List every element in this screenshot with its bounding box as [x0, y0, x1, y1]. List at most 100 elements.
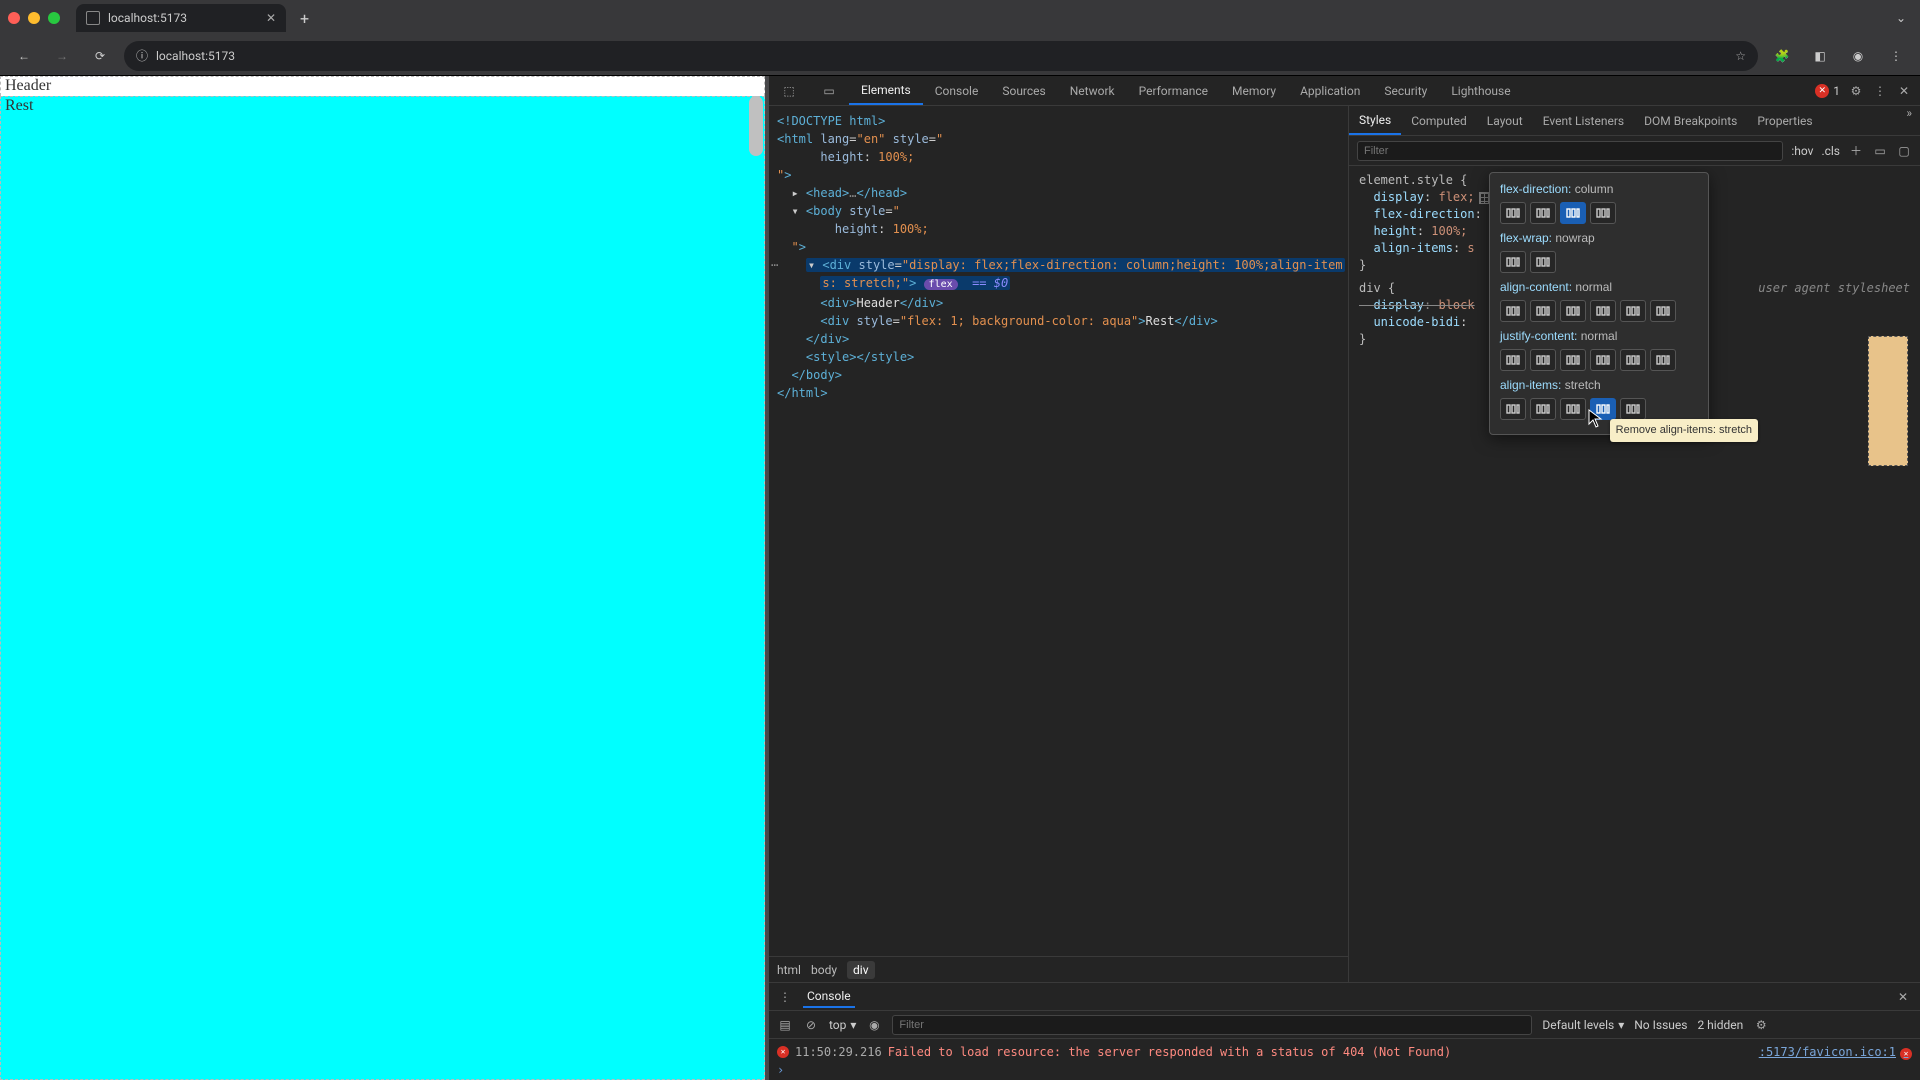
crumb-html[interactable]: html: [777, 963, 801, 977]
settings-icon[interactable]: ⚙: [1848, 83, 1864, 99]
live-expression-icon[interactable]: ◉: [866, 1017, 882, 1033]
flex-option-button[interactable]: [1500, 349, 1526, 371]
styles-tab-styles[interactable]: Styles: [1349, 106, 1401, 135]
flex-option-button[interactable]: [1560, 398, 1586, 420]
inspect-element-icon[interactable]: ⬚: [769, 76, 809, 105]
tab-overflow-icon[interactable]: ⌄: [1890, 11, 1912, 25]
close-devtools-icon[interactable]: ✕: [1896, 83, 1912, 99]
more-icon[interactable]: ⋮: [1872, 83, 1888, 99]
hov-toggle[interactable]: :hov: [1791, 144, 1813, 158]
flex-editor-row: flex-direction: column: [1500, 181, 1698, 224]
crumb-div[interactable]: div: [847, 961, 875, 979]
console-error-row[interactable]: ✕ 11:50:29.216 Failed to load resource: …: [777, 1043, 1912, 1061]
issues-label[interactable]: No Issues: [1634, 1018, 1687, 1032]
flex-option-button[interactable]: [1560, 202, 1586, 224]
devtools-main-tabs: ⬚ ▭ Elements Console Sources Network Per…: [769, 76, 1920, 106]
console-prompt[interactable]: ›: [777, 1063, 784, 1077]
flex-option-button[interactable]: [1590, 349, 1616, 371]
log-source-link[interactable]: :5173/favicon.ico:1 ✕: [1759, 1043, 1912, 1061]
tab-sources[interactable]: Sources: [990, 76, 1057, 105]
extensions-icon[interactable]: 🧩: [1768, 42, 1796, 70]
flex-option-button[interactable]: [1650, 349, 1676, 371]
clear-console-icon[interactable]: ⊘: [803, 1017, 819, 1033]
styles-sidebar: Styles Computed Layout Event Listeners D…: [1349, 106, 1920, 982]
flex-editor-row: align-content: normal: [1500, 279, 1698, 322]
address-bar[interactable]: ⓘ localhost:5173 ☆: [124, 41, 1758, 71]
console-settings-icon[interactable]: ⚙: [1753, 1017, 1769, 1033]
crumb-body[interactable]: body: [811, 963, 837, 977]
tab-security[interactable]: Security: [1372, 76, 1439, 105]
console-drawer: ⋮ Console ✕ ▤ ⊘ top ▾ ◉ Default levels ▾…: [769, 982, 1920, 1080]
flex-option-button[interactable]: [1530, 202, 1556, 224]
flex-option-button[interactable]: [1620, 300, 1646, 322]
flex-option-button[interactable]: [1500, 398, 1526, 420]
flex-option-button[interactable]: [1500, 300, 1526, 322]
flex-option-button[interactable]: [1530, 251, 1556, 273]
profile-icon[interactable]: ◉: [1844, 42, 1872, 70]
styles-tab-dom-breakpoints[interactable]: DOM Breakpoints: [1634, 106, 1747, 135]
console-filter-input[interactable]: [892, 1015, 1532, 1035]
flex-option-button[interactable]: [1620, 398, 1646, 420]
new-style-rule-icon[interactable]: ＋: [1848, 143, 1864, 159]
console-context-select[interactable]: top ▾: [829, 1018, 856, 1032]
flex-option-button[interactable]: [1650, 300, 1676, 322]
console-sidebar-icon[interactable]: ▤: [777, 1017, 793, 1033]
forward-button[interactable]: →: [48, 42, 76, 70]
styles-tab-computed[interactable]: Computed: [1401, 106, 1477, 135]
drawer-menu-icon[interactable]: ⋮: [777, 989, 793, 1005]
ua-selector: div {: [1359, 280, 1395, 297]
flex-option-button[interactable]: [1530, 300, 1556, 322]
flex-editor-row: justify-content: normal: [1500, 328, 1698, 371]
styles-tab-listeners[interactable]: Event Listeners: [1533, 106, 1634, 135]
styles-tab-layout[interactable]: Layout: [1477, 106, 1533, 135]
tab-elements[interactable]: Elements: [849, 76, 923, 105]
styles-tab-properties[interactable]: Properties: [1747, 106, 1822, 135]
browser-tab[interactable]: localhost:5173 ✕: [76, 4, 286, 32]
flex-option-button[interactable]: [1560, 349, 1586, 371]
menu-icon[interactable]: ⋮: [1882, 42, 1910, 70]
bookmark-icon[interactable]: ☆: [1735, 49, 1746, 63]
element-style-selector: element.style {: [1359, 173, 1467, 187]
drawer-tab-console[interactable]: Console: [803, 986, 855, 1008]
styles-tabs-overflow-icon[interactable]: »: [1898, 106, 1920, 135]
tab-memory[interactable]: Memory: [1220, 76, 1288, 105]
tab-application[interactable]: Application: [1288, 76, 1372, 105]
device-toolbar-icon[interactable]: ▭: [809, 76, 849, 105]
back-button[interactable]: ←: [10, 42, 38, 70]
flex-option-button[interactable]: [1530, 349, 1556, 371]
tab-network[interactable]: Network: [1058, 76, 1127, 105]
flex-option-button[interactable]: [1590, 300, 1616, 322]
flex-option-button[interactable]: [1500, 251, 1526, 273]
page-scrollbar[interactable]: [749, 96, 763, 156]
tab-lighthouse[interactable]: Lighthouse: [1439, 76, 1522, 105]
flex-option-button[interactable]: [1620, 349, 1646, 371]
tab-console[interactable]: Console: [923, 76, 991, 105]
flex-option-button[interactable]: [1590, 398, 1616, 420]
site-info-icon[interactable]: ⓘ: [136, 47, 148, 64]
log-levels-select[interactable]: Default levels ▾: [1542, 1018, 1624, 1032]
cls-toggle[interactable]: .cls: [1821, 144, 1840, 158]
box-model-preview[interactable]: [1868, 336, 1908, 466]
flex-option-button[interactable]: [1560, 300, 1586, 322]
flex-option-button[interactable]: [1590, 202, 1616, 224]
flex-option-button[interactable]: [1500, 202, 1526, 224]
maximize-window-button[interactable]: [48, 12, 60, 24]
close-tab-icon[interactable]: ✕: [266, 11, 276, 25]
tab-performance[interactable]: Performance: [1127, 76, 1220, 105]
close-window-button[interactable]: [8, 12, 20, 24]
page-header: Header: [0, 76, 765, 96]
rendering-icon[interactable]: ▢: [1896, 143, 1912, 159]
dom-tree[interactable]: <!DOCTYPE html><html lang="en" style=" h…: [769, 106, 1348, 956]
styles-filter-input[interactable]: [1357, 141, 1783, 161]
flex-option-button[interactable]: [1530, 398, 1556, 420]
minimize-window-button[interactable]: [28, 12, 40, 24]
hidden-count[interactable]: 2 hidden: [1697, 1018, 1743, 1032]
reload-button[interactable]: ⟳: [86, 42, 114, 70]
computed-toggle-icon[interactable]: ▭: [1872, 143, 1888, 159]
new-tab-button[interactable]: +: [294, 9, 315, 28]
styles-body[interactable]: element.style { display: flex; flex-dire…: [1349, 166, 1920, 982]
side-panel-icon[interactable]: ◧: [1806, 42, 1834, 70]
breadcrumb: html body div: [769, 956, 1348, 982]
close-drawer-icon[interactable]: ✕: [1894, 990, 1912, 1004]
error-badge[interactable]: ✕1: [1815, 84, 1840, 98]
